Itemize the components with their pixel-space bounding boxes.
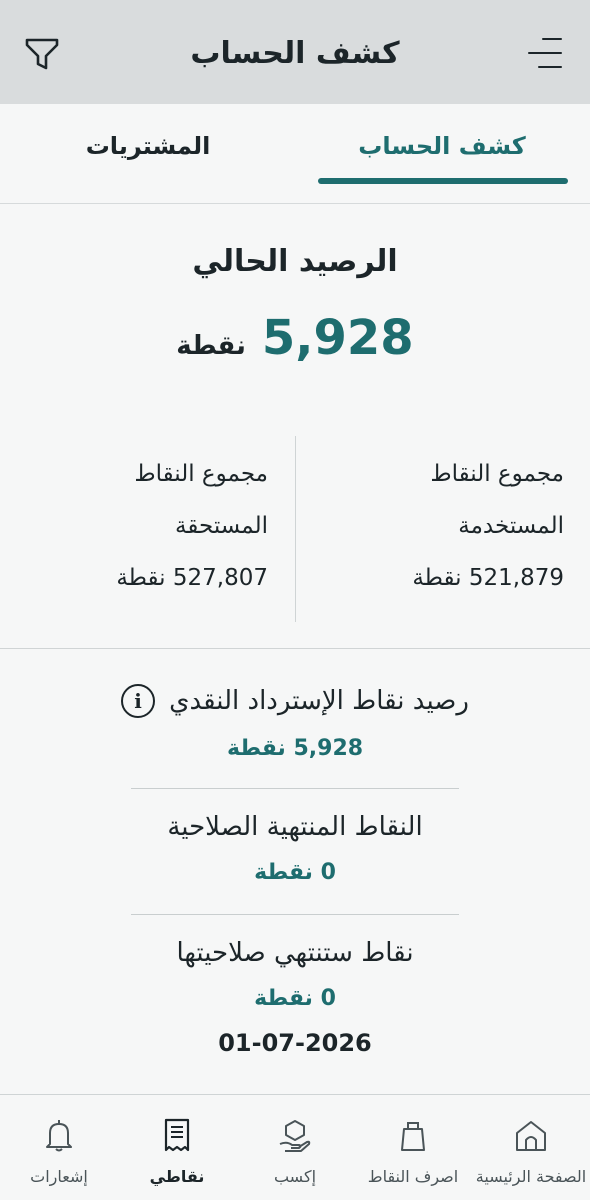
nav-redeem[interactable]: اصرف النقاط <box>354 1095 472 1200</box>
nav-my-points[interactable]: نقاطي <box>118 1095 236 1200</box>
earn-hand-icon <box>279 1120 311 1152</box>
used-points-stat: مجموع النقاط المستخدمة 521,879 نقطة <box>304 448 564 604</box>
divider-short <box>131 788 459 789</box>
expired-points-section: النقاط المنتهية الصلاحية 0 نقطة <box>0 812 590 885</box>
expired-points-label: النقاط المنتهية الصلاحية <box>167 812 423 842</box>
expiring-points-label: نقاط ستنتهي صلاحيتها <box>176 938 414 968</box>
bell-icon <box>46 1120 72 1152</box>
stats-divider <box>295 436 296 622</box>
cashback-balance-section: رصيد نقاط الإسترداد النقدي i 5,928 نقطة <box>0 684 590 761</box>
info-icon[interactable]: i <box>121 684 156 718</box>
earned-points-stat: مجموع النقاط المستحقة 527,807 نقطة <box>26 448 268 604</box>
nav-earn[interactable]: إكسب <box>236 1095 354 1200</box>
used-points-label-line1: مجموع النقاط <box>430 461 564 487</box>
cashback-balance-label: رصيد نقاط الإسترداد النقدي <box>169 686 469 716</box>
nav-my-points-label: نقاطي <box>149 1167 205 1186</box>
current-balance-value: 5,928 <box>261 310 414 366</box>
expiring-points-section: نقاط ستنتهي صلاحيتها 0 نقطة 01-07-2026 <box>0 938 590 1057</box>
expiry-date: 01-07-2026 <box>218 1029 372 1057</box>
nav-notifications[interactable]: إشعارات <box>0 1095 118 1200</box>
current-balance-title: الرصيد الحالي <box>192 244 398 279</box>
expired-points-value: 0 نقطة <box>254 860 336 885</box>
active-tab-indicator <box>318 178 568 184</box>
menu-button[interactable] <box>528 38 562 68</box>
earned-points-label-line2: المستحقة <box>175 513 268 539</box>
home-icon <box>516 1121 546 1151</box>
current-balance-unit: نقطة <box>176 331 246 361</box>
bottom-navigation: الصفحة الرئيسية اصرف النقاط إكسب نقاطي إ… <box>0 1094 590 1200</box>
points-stats: مجموع النقاط المستخدمة 521,879 نقطة مجمو… <box>0 436 590 622</box>
divider-short <box>131 914 459 915</box>
nav-home-label: الصفحة الرئيسية <box>475 1167 587 1186</box>
nav-home[interactable]: الصفحة الرئيسية <box>472 1095 590 1200</box>
shopping-bag-icon <box>401 1122 425 1151</box>
earned-points-label-line1: مجموع النقاط <box>134 461 268 487</box>
page-title: كشف الحساب <box>190 36 400 71</box>
app-header: كشف الحساب <box>0 0 590 104</box>
earned-points-value: 527,807 نقطة <box>116 565 268 591</box>
expiring-points-value: 0 نقطة <box>254 986 336 1011</box>
menu-icon <box>542 38 562 40</box>
tab-bar: كشف الحساب المشتريات <box>0 104 590 204</box>
tab-statement[interactable]: كشف الحساب <box>318 132 566 160</box>
section-divider <box>0 648 590 649</box>
used-points-label-line2: المستخدمة <box>458 513 564 539</box>
current-balance: 5,928 نقطة <box>0 310 590 366</box>
used-points-value: 521,879 نقطة <box>412 565 564 591</box>
cashback-balance-value: 5,928 نقطة <box>226 736 364 761</box>
tab-purchases[interactable]: المشتريات <box>24 132 272 160</box>
nav-redeem-label: اصرف النقاط <box>367 1167 459 1186</box>
receipt-icon <box>164 1118 190 1152</box>
nav-earn-label: إكسب <box>273 1167 317 1186</box>
nav-notifications-label: إشعارات <box>30 1167 88 1186</box>
